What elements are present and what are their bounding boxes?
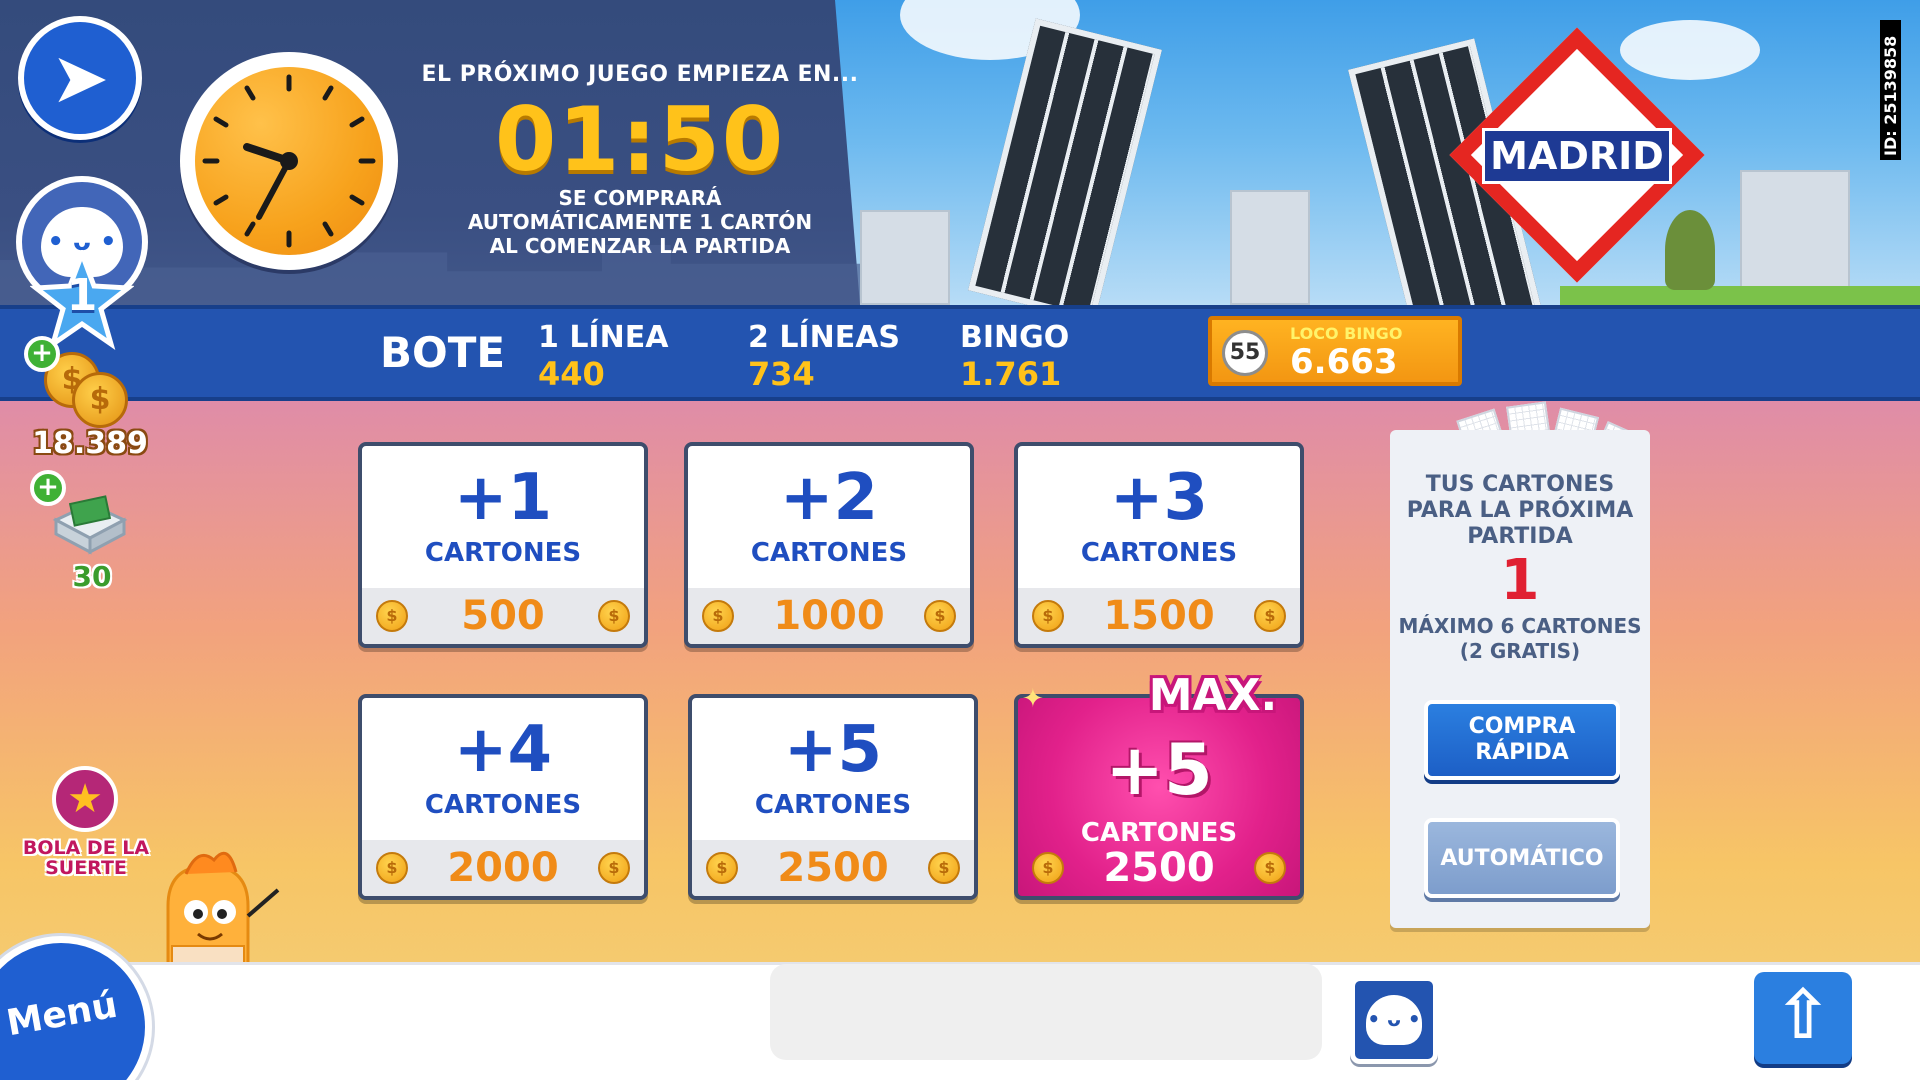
building-decor [1230,190,1310,305]
madrid-metro-sign: MADRID [1432,27,1722,283]
card-amount: +1 [453,461,553,535]
card-price-strip: $ 1500 $ [1018,588,1300,644]
panel-title-line: PARA LA PRÓXIMA [1406,498,1634,523]
prize-name: 1 LÍNEA [538,320,669,355]
game-id: ID: 25139858 [1880,20,1901,160]
max-label: MAX. [1148,670,1278,721]
automatic-button[interactable]: AUTOMÁTICO [1424,818,1620,898]
bingo-ball-icon: 55 [1222,330,1268,376]
mascot-character [128,846,288,968]
card-unit: CARTONES [424,790,582,820]
add-tickets-button[interactable]: + [30,470,66,506]
next-game-label: EL PRÓXIMO JUEGO EMPIEZA EN... [421,62,859,87]
coin-icon: $ [598,600,630,632]
card-price-strip: $ 1000 $ [688,588,970,644]
card-unit: CARTONES [750,538,908,568]
auto-buy-notice: SE COMPRARÁ AUTOMÁTICAMENTE 1 CARTÓN AL … [440,186,840,258]
card-price-strip: $ 2500 $ [1018,840,1300,896]
auto-buy-line: AL COMENZAR LA PARTIDA [489,234,791,258]
card-price-strip: $ 2500 $ [692,840,974,896]
kio-tower-left [968,18,1162,322]
lucky-ball-button[interactable]: ★ [52,766,118,832]
card-amount: +5 [783,713,883,787]
coin-balance: 18.389 [32,426,148,461]
building-decor [860,210,950,305]
card-price-strip: $ 500 $ [362,588,644,644]
card-unit: CARTONES [424,538,582,568]
quick-buy-label: RÁPIDA [1475,740,1569,765]
max-note-line: (2 GRATIS) [1459,639,1581,663]
prize-value: 734 [748,355,815,393]
prize-two-lines: 2 LÍNEAS 734 [748,320,900,393]
player-level: 1 [66,270,98,321]
buy-max-cards-option[interactable]: +5 CARTONES $ 2500 $ [1014,694,1304,900]
add-coins-button[interactable]: + [24,336,60,372]
coin-icon: $ [1254,600,1286,632]
scroll-up-button[interactable]: ⇧ [1754,972,1852,1064]
prize-bingo: BINGO 1.761 [960,320,1069,393]
buy-card-option[interactable]: +3 CARTONES $ 1500 $ [1014,442,1304,648]
coin-icon: $ [928,852,960,884]
prize-one-line: 1 LÍNEA 440 [538,320,668,393]
cards-count: 1 [1500,548,1540,613]
loco-bingo-jackpot: 55 LOCO BINGO 6.663 [1208,316,1462,386]
avatar-face-icon: • ᴗ • [1366,995,1422,1045]
grass-decor [1560,286,1920,305]
card-amount: +2 [779,461,879,535]
coin-icon: $ [72,372,128,428]
auto-buy-line: AUTOMÁTICAMENTE 1 CARTÓN [467,210,813,234]
next-game-cards-panel: TUS CARTONES PARA LA PRÓXIMA PARTIDA 1 M… [1390,430,1650,928]
card-amount: +3 [1109,461,1209,535]
buy-card-option[interactable]: +5 CARTONES $ 2500 $ [688,694,978,900]
panel-title-line: TUS CARTONES [1425,472,1615,497]
star-icon: ★ [67,776,103,822]
arrow-up-icon: ⇧ [1774,976,1832,1055]
prize-value: 1.761 [960,355,1062,393]
back-button[interactable]: ➤ [18,16,142,140]
max-note-line: MÁXIMO 6 CARTONES [1398,614,1642,638]
arrow-left-icon: ➤ [50,37,110,119]
building-decor [1740,170,1850,305]
chat-input[interactable] [770,964,1322,1060]
prize-name: BINGO [960,320,1070,355]
clock-icon [180,52,398,270]
countdown-timer: 01:50 [494,88,786,191]
card-unit: CARTONES [1080,538,1238,568]
panel-title: TUS CARTONES PARA LA PRÓXIMA PARTIDA [1390,472,1650,550]
card-unit: CARTONES [754,790,912,820]
city-name: MADRID [1482,128,1672,184]
buy-card-option[interactable]: +2 CARTONES $ 1000 $ [684,442,974,648]
coin-icon: $ [1254,852,1286,884]
buy-card-option[interactable]: +1 CARTONES $ 500 $ [358,442,648,648]
loco-bingo-value: 6.663 [1290,342,1398,382]
auto-buy-line: SE COMPRARÁ [558,186,722,210]
ticket-balance: 30 [72,560,112,593]
pot-label: BOTE [380,328,506,377]
quick-buy-button[interactable]: COMPRA RÁPIDA [1424,700,1620,780]
max-cards-note: MÁXIMO 6 CARTONES (2 GRATIS) [1390,614,1650,664]
loco-bingo-title: LOCO BINGO [1290,324,1403,343]
sparkle-icon: ✦ [1022,684,1044,714]
coin-icon: $ [598,852,630,884]
prize-value: 440 [538,355,605,393]
card-price-strip: $ 2000 $ [362,840,644,896]
panel-title-line: PARTIDA [1467,524,1573,549]
quick-buy-label: COMPRA [1468,714,1576,739]
coin-icon: $ [924,600,956,632]
prize-name: 2 LÍNEAS [748,320,901,355]
card-amount: +5 [1105,729,1213,811]
chat-avatar-button[interactable]: • ᴗ • [1350,976,1438,1064]
card-amount: +4 [453,713,553,787]
buy-card-option[interactable]: +4 CARTONES $ 2000 $ [358,694,648,900]
